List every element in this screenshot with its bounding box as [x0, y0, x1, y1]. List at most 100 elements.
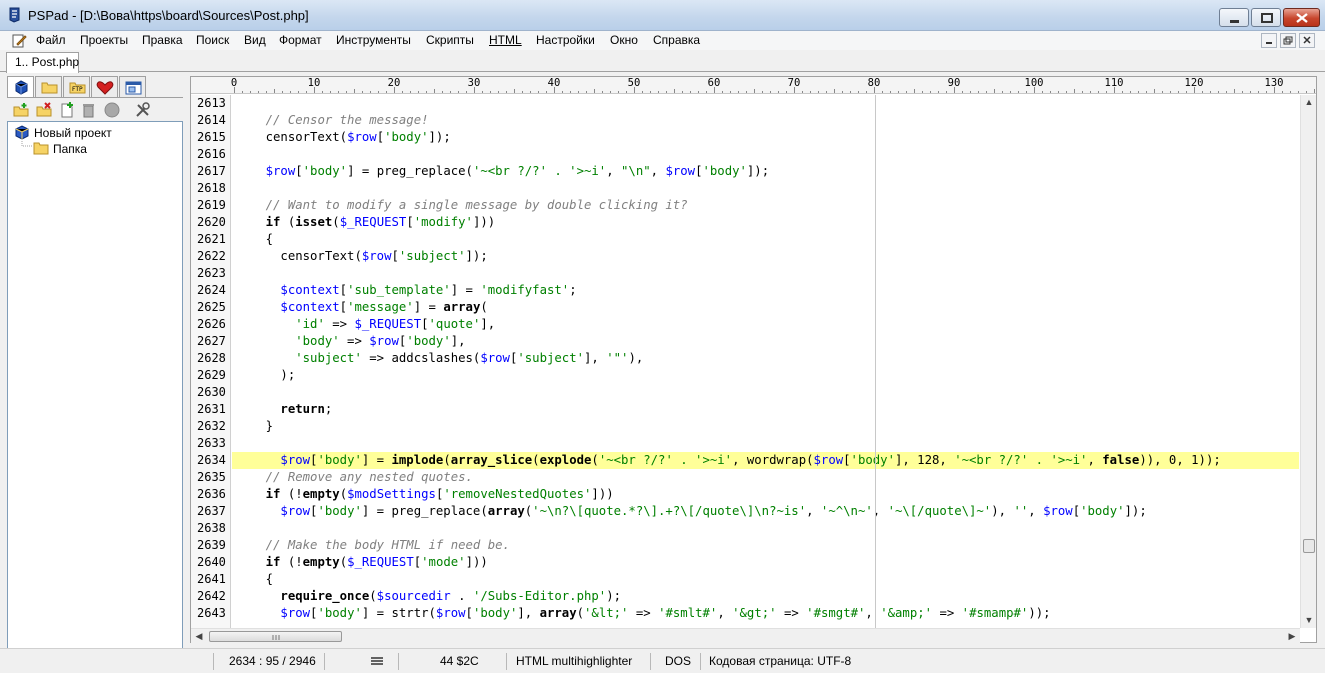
current-code-line[interactable]: $row['body'] = implode(array_slice(explo… [232, 452, 1299, 469]
menu-window[interactable]: Окно [610, 33, 638, 47]
tab-windows[interactable] [119, 76, 146, 97]
line-ending-mode-icon[interactable] [370, 656, 384, 666]
code-area[interactable]: // Censor the message! censorText($row['… [232, 95, 1299, 628]
code-token: [ [376, 130, 385, 144]
menu-tools[interactable]: Инструменты [336, 33, 411, 47]
vertical-scrollbar[interactable]: ▲ ▼ [1300, 95, 1316, 628]
ruler-tick [834, 89, 835, 93]
code-line[interactable]: if (!empty($_REQUEST['mode'])) [232, 554, 1299, 571]
horizontal-scroll-thumb[interactable] [209, 631, 342, 642]
menu-help[interactable]: Справка [653, 33, 700, 47]
code-line[interactable] [232, 435, 1299, 452]
code-line[interactable]: // Censor the message! [232, 112, 1299, 129]
code-line[interactable]: require_once($sourcedir . '/Subs-Editor.… [232, 588, 1299, 605]
menu-file[interactable]: Файл [36, 33, 66, 47]
scroll-left-arrow[interactable]: ◀ [191, 629, 207, 644]
mdi-minimize-button[interactable] [1261, 33, 1277, 48]
ruler-tick [794, 87, 795, 93]
vertical-scroll-thumb[interactable] [1303, 539, 1315, 553]
horizontal-scrollbar[interactable]: ◀ ▶ [191, 628, 1300, 643]
code-line[interactable]: censorText($row['body']); [232, 129, 1299, 146]
code-line[interactable]: $context['message'] = array( [232, 299, 1299, 316]
document-tab-post-php[interactable]: 1.. Post.php [6, 52, 79, 73]
code-line[interactable]: // Want to modify a single message by do… [232, 197, 1299, 214]
code-line[interactable]: $row['body'] = preg_replace('~<br ?/?' .… [232, 163, 1299, 180]
tab-favorites[interactable] [91, 76, 118, 97]
delete-file-icon[interactable] [80, 102, 96, 118]
minimize-button[interactable] [1219, 8, 1249, 27]
code-line[interactable]: { [232, 571, 1299, 588]
code-line[interactable] [232, 95, 1299, 112]
status-divider [324, 653, 325, 670]
code-line[interactable]: $row['body'] = preg_replace(array('~\n?\… [232, 503, 1299, 520]
menu-projects[interactable]: Проекты [80, 33, 128, 47]
code-editor[interactable]: 0 10 20 30 40 50 60 70 80 90 100 110 120 130 2613 2614… [190, 76, 1317, 643]
code-token: 'body' [850, 453, 895, 467]
status-line-ending[interactable]: DOS [665, 652, 691, 671]
code-line[interactable] [232, 520, 1299, 537]
code-line[interactable] [232, 180, 1299, 197]
code-line[interactable] [232, 384, 1299, 401]
document-tab-strip [0, 50, 1325, 72]
scroll-up-arrow[interactable]: ▲ [1301, 95, 1317, 110]
menu-format[interactable]: Формат [279, 33, 322, 47]
maximize-button[interactable] [1251, 8, 1281, 27]
close-button[interactable] [1283, 8, 1320, 27]
menu-search[interactable]: Поиск [196, 33, 229, 47]
menu-scripts[interactable]: Скрипты [426, 33, 474, 47]
ruler-tick [698, 91, 699, 93]
menu-settings[interactable]: Настройки [536, 33, 595, 47]
tab-files[interactable] [35, 76, 62, 97]
code-line[interactable] [232, 265, 1299, 282]
code-token: ]); [746, 164, 770, 178]
code-line[interactable]: ); [232, 367, 1299, 384]
scroll-right-arrow[interactable]: ▶ [1284, 629, 1300, 644]
code-line[interactable]: $row['body'] = strtr($row['body'], array… [232, 605, 1299, 622]
code-line[interactable]: censorText($row['subject']); [232, 248, 1299, 265]
tree-item-folder[interactable]: Папка [33, 141, 173, 157]
scroll-down-arrow[interactable]: ▼ [1301, 613, 1317, 628]
code-line[interactable] [232, 146, 1299, 163]
mdi-restore-button[interactable] [1280, 33, 1296, 48]
code-line[interactable]: $context['sub_template'] = 'modifyfast'; [232, 282, 1299, 299]
close-icon [1296, 13, 1308, 23]
tree-item-project[interactable]: Новый проект [14, 125, 174, 141]
code-line[interactable]: // Remove any nested quotes. [232, 469, 1299, 486]
code-line[interactable]: if (isset($_REQUEST['modify'])) [232, 214, 1299, 231]
remove-folder-icon[interactable] [36, 102, 52, 118]
ruler-tick [874, 87, 875, 93]
ruler-tick [530, 91, 531, 93]
mdi-close-button[interactable] [1299, 33, 1315, 48]
tab-projects[interactable] [7, 76, 34, 98]
code-line[interactable]: 'id' => $_REQUEST['quote'], [232, 316, 1299, 333]
code-line[interactable]: // Make the body HTML if need be. [232, 537, 1299, 554]
code-token: $context [280, 283, 340, 297]
code-line[interactable]: return; [232, 401, 1299, 418]
code-token: ( [339, 555, 348, 569]
code-line[interactable]: 'subject' => addcslashes($row['subject']… [232, 350, 1299, 367]
disabled-action-icon[interactable] [104, 102, 120, 118]
ruler-tick [826, 91, 827, 93]
ruler-tick [714, 87, 715, 93]
menu-html[interactable]: HTML [489, 33, 522, 47]
menu-edit[interactable]: Правка [142, 33, 183, 47]
code-token: , [1028, 504, 1044, 518]
code-line[interactable]: if (!empty($modSettings['removeNestedQuo… [232, 486, 1299, 503]
code-line[interactable]: { [232, 231, 1299, 248]
add-folder-icon[interactable] [13, 102, 29, 118]
tab-ftp[interactable]: FTP [63, 76, 90, 97]
ruler-tick [1314, 89, 1315, 93]
status-highlighter[interactable]: HTML multihighlighter [516, 652, 632, 671]
code-line[interactable]: } [232, 418, 1299, 435]
code-token: "\n" [621, 164, 651, 178]
status-codepage[interactable]: Кодовая страница: UTF-8 [709, 652, 851, 671]
code-token: '' [1013, 504, 1029, 518]
code-line[interactable]: 'body' => $row['body'], [232, 333, 1299, 350]
add-file-icon[interactable] [59, 102, 75, 118]
project-settings-icon[interactable] [135, 102, 151, 118]
menu-view[interactable]: Вид [244, 33, 266, 47]
ruler-tick [1242, 91, 1243, 93]
